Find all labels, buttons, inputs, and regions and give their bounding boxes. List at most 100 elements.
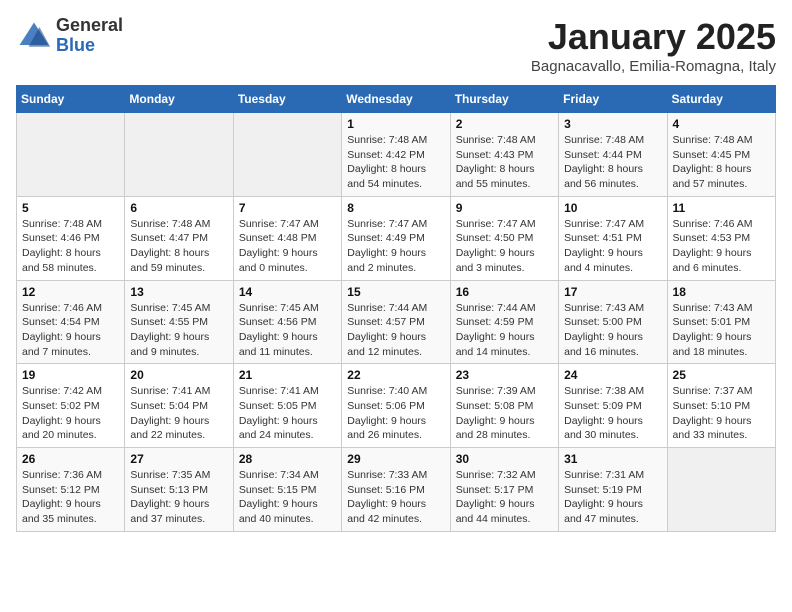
day-info: Sunrise: 7:44 AM Sunset: 4:59 PM Dayligh… — [456, 301, 553, 360]
day-number: 4 — [673, 117, 770, 131]
calendar-week-row: 1 Sunrise: 7:48 AM Sunset: 4:42 PM Daylig… — [17, 113, 776, 197]
day-number: 12 — [22, 285, 119, 299]
day-info: Sunrise: 7:47 AM Sunset: 4:49 PM Dayligh… — [347, 217, 444, 276]
logo-text: General Blue — [56, 16, 123, 56]
day-number: 6 — [130, 201, 227, 215]
weekday-header-tuesday: Tuesday — [233, 86, 341, 113]
day-info: Sunrise: 7:48 AM Sunset: 4:47 PM Dayligh… — [130, 217, 227, 276]
day-number: 17 — [564, 285, 661, 299]
calendar-cell: 2 Sunrise: 7:48 AM Sunset: 4:43 PM Daylig… — [450, 113, 558, 197]
calendar-table: SundayMondayTuesdayWednesdayThursdayFrid… — [16, 85, 776, 532]
month-title: January 2025 — [531, 16, 776, 58]
calendar-cell: 15 Sunrise: 7:44 AM Sunset: 4:57 PM Dayli… — [342, 280, 450, 364]
logo-icon — [16, 18, 52, 54]
calendar-cell: 4Sunrise: 7:48 AM Sunset: 4:45 PM Daylig… — [667, 113, 775, 197]
day-number: 1 — [347, 117, 444, 131]
day-number: 14 — [239, 285, 336, 299]
calendar-week-row: 26Sunrise: 7:36 AM Sunset: 5:12 PM Dayli… — [17, 448, 776, 532]
day-info: Sunrise: 7:40 AM Sunset: 5:06 PM Dayligh… — [347, 384, 444, 443]
day-info: Sunrise: 7:31 AM Sunset: 5:19 PM Dayligh… — [564, 468, 661, 527]
calendar-cell: 25 Sunrise: 7:37 AM Sunset: 5:10 PM Dayli… — [667, 364, 775, 448]
day-number: 25 — [673, 368, 770, 382]
weekday-header-row: SundayMondayTuesdayWednesdayThursdayFrid… — [17, 86, 776, 113]
calendar-cell: 13Sunrise: 7:45 AM Sunset: 4:55 PM Dayli… — [125, 280, 233, 364]
day-info: Sunrise: 7:38 AM Sunset: 5:09 PM Dayligh… — [564, 384, 661, 443]
weekday-header-monday: Monday — [125, 86, 233, 113]
day-number: 30 — [456, 452, 553, 466]
day-info: Sunrise: 7:32 AM Sunset: 5:17 PM Dayligh… — [456, 468, 553, 527]
calendar-cell: 28 Sunrise: 7:34 AM Sunset: 5:15 PM Dayli… — [233, 448, 341, 532]
day-info: Sunrise: 7:36 AM Sunset: 5:12 PM Dayligh… — [22, 468, 119, 527]
weekday-header-thursday: Thursday — [450, 86, 558, 113]
calendar-cell: 30 Sunrise: 7:32 AM Sunset: 5:17 PM Dayli… — [450, 448, 558, 532]
weekday-header-sunday: Sunday — [17, 86, 125, 113]
day-number: 31 — [564, 452, 661, 466]
day-info: Sunrise: 7:43 AM Sunset: 5:00 PM Dayligh… — [564, 301, 661, 360]
calendar-cell: 3 Sunrise: 7:48 AM Sunset: 4:44 PM Daylig… — [559, 113, 667, 197]
weekday-header-saturday: Saturday — [667, 86, 775, 113]
day-number: 2 — [456, 117, 553, 131]
day-info: Sunrise: 7:34 AM Sunset: 5:15 PM Dayligh… — [239, 468, 336, 527]
day-info: Sunrise: 7:48 AM Sunset: 4:44 PM Dayligh… — [564, 133, 661, 192]
logo-general-text: General — [56, 16, 123, 36]
calendar-week-row: 12 Sunrise: 7:46 AM Sunset: 4:54 PM Dayli… — [17, 280, 776, 364]
calendar-week-row: 19 Sunrise: 7:42 AM Sunset: 5:02 PM Dayli… — [17, 364, 776, 448]
title-section: January 2025 Bagnacavallo, Emilia-Romagn… — [531, 16, 776, 75]
calendar-cell: 24 Sunrise: 7:38 AM Sunset: 5:09 PM Dayli… — [559, 364, 667, 448]
calendar-cell — [233, 113, 341, 197]
calendar-cell: 31 Sunrise: 7:31 AM Sunset: 5:19 PM Dayli… — [559, 448, 667, 532]
calendar-cell: 16Sunrise: 7:44 AM Sunset: 4:59 PM Dayli… — [450, 280, 558, 364]
calendar-cell: 8Sunrise: 7:47 AM Sunset: 4:49 PM Daylig… — [342, 196, 450, 280]
calendar-cell: 5 Sunrise: 7:48 AM Sunset: 4:46 PM Daylig… — [17, 196, 125, 280]
calendar-cell: 26Sunrise: 7:36 AM Sunset: 5:12 PM Dayli… — [17, 448, 125, 532]
calendar-cell — [125, 113, 233, 197]
calendar-cell: 18 Sunrise: 7:43 AM Sunset: 5:01 PM Dayli… — [667, 280, 775, 364]
day-info: Sunrise: 7:48 AM Sunset: 4:43 PM Dayligh… — [456, 133, 553, 192]
day-info: Sunrise: 7:47 AM Sunset: 4:50 PM Dayligh… — [456, 217, 553, 276]
calendar-cell: 29Sunrise: 7:33 AM Sunset: 5:16 PM Dayli… — [342, 448, 450, 532]
day-number: 20 — [130, 368, 227, 382]
day-info: Sunrise: 7:43 AM Sunset: 5:01 PM Dayligh… — [673, 301, 770, 360]
calendar-cell: 27 Sunrise: 7:35 AM Sunset: 5:13 PM Dayli… — [125, 448, 233, 532]
calendar-cell: 12 Sunrise: 7:46 AM Sunset: 4:54 PM Dayli… — [17, 280, 125, 364]
day-number: 28 — [239, 452, 336, 466]
day-number: 15 — [347, 285, 444, 299]
day-number: 3 — [564, 117, 661, 131]
logo-blue-text: Blue — [56, 36, 123, 56]
day-info: Sunrise: 7:48 AM Sunset: 4:42 PM Dayligh… — [347, 133, 444, 192]
day-info: Sunrise: 7:47 AM Sunset: 4:48 PM Dayligh… — [239, 217, 336, 276]
day-info: Sunrise: 7:45 AM Sunset: 4:55 PM Dayligh… — [130, 301, 227, 360]
calendar-cell — [667, 448, 775, 532]
calendar-cell — [17, 113, 125, 197]
day-info: Sunrise: 7:37 AM Sunset: 5:10 PM Dayligh… — [673, 384, 770, 443]
page-header: General Blue January 2025 Bagnacavallo, … — [16, 16, 776, 75]
day-info: Sunrise: 7:35 AM Sunset: 5:13 PM Dayligh… — [130, 468, 227, 527]
calendar-cell: 21Sunrise: 7:41 AM Sunset: 5:05 PM Dayli… — [233, 364, 341, 448]
calendar-cell: 14 Sunrise: 7:45 AM Sunset: 4:56 PM Dayli… — [233, 280, 341, 364]
day-number: 27 — [130, 452, 227, 466]
day-number: 19 — [22, 368, 119, 382]
day-number: 10 — [564, 201, 661, 215]
weekday-header-friday: Friday — [559, 86, 667, 113]
day-number: 24 — [564, 368, 661, 382]
day-info: Sunrise: 7:45 AM Sunset: 4:56 PM Dayligh… — [239, 301, 336, 360]
day-number: 18 — [673, 285, 770, 299]
day-number: 5 — [22, 201, 119, 215]
day-info: Sunrise: 7:42 AM Sunset: 5:02 PM Dayligh… — [22, 384, 119, 443]
weekday-header-wednesday: Wednesday — [342, 86, 450, 113]
day-info: Sunrise: 7:46 AM Sunset: 4:54 PM Dayligh… — [22, 301, 119, 360]
day-number: 9 — [456, 201, 553, 215]
day-info: Sunrise: 7:39 AM Sunset: 5:08 PM Dayligh… — [456, 384, 553, 443]
day-number: 29 — [347, 452, 444, 466]
calendar-cell: 17 Sunrise: 7:43 AM Sunset: 5:00 PM Dayli… — [559, 280, 667, 364]
day-info: Sunrise: 7:44 AM Sunset: 4:57 PM Dayligh… — [347, 301, 444, 360]
day-info: Sunrise: 7:48 AM Sunset: 4:46 PM Dayligh… — [22, 217, 119, 276]
calendar-cell: 1 Sunrise: 7:48 AM Sunset: 4:42 PM Daylig… — [342, 113, 450, 197]
calendar-cell: 9 Sunrise: 7:47 AM Sunset: 4:50 PM Daylig… — [450, 196, 558, 280]
day-number: 21 — [239, 368, 336, 382]
day-info: Sunrise: 7:41 AM Sunset: 5:04 PM Dayligh… — [130, 384, 227, 443]
calendar-cell: 10Sunrise: 7:47 AM Sunset: 4:51 PM Dayli… — [559, 196, 667, 280]
logo: General Blue — [16, 16, 123, 56]
calendar-week-row: 5 Sunrise: 7:48 AM Sunset: 4:46 PM Daylig… — [17, 196, 776, 280]
day-number: 11 — [673, 201, 770, 215]
